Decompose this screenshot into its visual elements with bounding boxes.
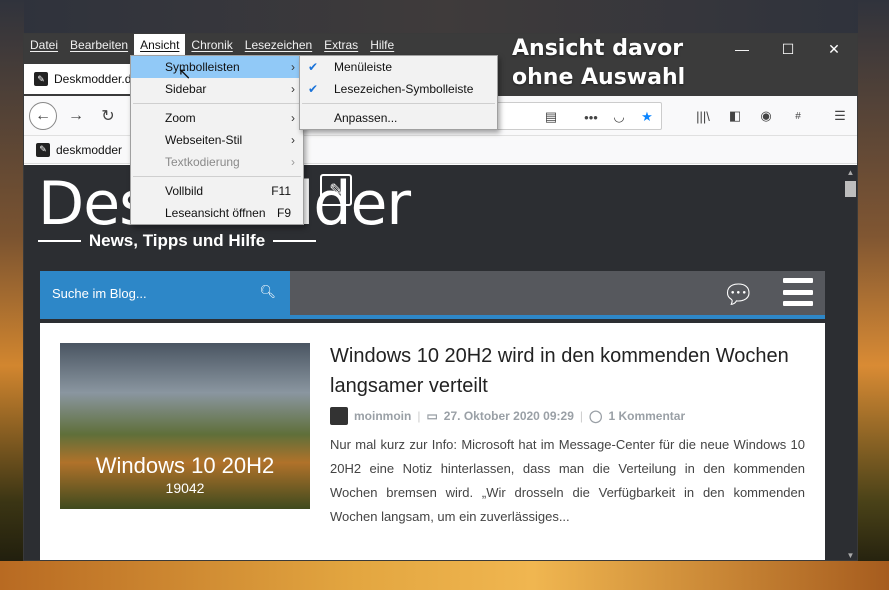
sidebar-toggle-icon[interactable]: ◧ — [724, 106, 746, 126]
post-title[interactable]: Windows 10 20H2 wird in den kommenden Wo… — [330, 341, 800, 401]
post-thumbnail[interactable]: Windows 10 20H2 19042 — [60, 343, 310, 509]
bookmark-star-icon[interactable]: ★ — [637, 107, 657, 127]
toolbars-submenu: ✔ Menüleiste ✔ Lesezeichen-Symbolleiste … — [299, 55, 498, 130]
post-meta: moinmoin | ▭ 27. Oktober 2020 09:29 | ◯ … — [330, 407, 685, 425]
chevron-right-icon: › — [291, 155, 295, 169]
comment-icon: ◯ — [589, 409, 603, 423]
chevron-right-icon: › — [291, 111, 295, 125]
menu-lesezeichen[interactable]: Lesezeichen — [239, 34, 318, 56]
reload-button[interactable]: ↻ — [94, 102, 122, 130]
tagline-line-left — [38, 240, 81, 242]
chat-icon[interactable]: 💬︎ — [722, 279, 755, 310]
desktop-background-right — [858, 0, 889, 590]
view-menu-item-webseiten-stil[interactable]: Webseiten-Stil › — [131, 129, 303, 151]
bookmark-deskmodder[interactable]: deskmodder — [56, 143, 122, 157]
account-icon[interactable]: ◉ — [755, 106, 777, 126]
post-date: 27. Oktober 2020 09:29 — [443, 409, 574, 423]
thumbnail-subtitle: 19042 — [165, 480, 205, 496]
close-button[interactable]: ✕ — [811, 34, 857, 64]
site-tagline: News, Tipps und Hilfe — [38, 231, 317, 251]
url-bar[interactable]: ▤ ••• ◡ ★ — [494, 102, 662, 130]
menu-ansicht[interactable]: Ansicht — [134, 34, 186, 56]
maximize-button[interactable]: ☐ — [765, 34, 811, 64]
pocket-icon[interactable]: ◡ — [609, 107, 629, 127]
desktop-background-top — [0, 0, 889, 33]
page-scrollbar[interactable]: ▲ ▼ — [842, 165, 857, 560]
view-menu-item-symbolleisten[interactable]: Symbolleisten › — [131, 56, 303, 78]
annotation-line2: ohne Auswahl — [512, 65, 686, 90]
menu-extras[interactable]: Extras — [318, 34, 364, 56]
toolbar-item-lesezeichen[interactable]: ✔ Lesezeichen-Symbolleiste — [300, 78, 497, 100]
desktop-background-left — [0, 0, 24, 590]
site-nav-strip: 💬︎ — [290, 271, 825, 315]
view-menu-item-zoom[interactable]: Zoom › — [131, 107, 303, 129]
bookmark-favicon-icon: ✎ — [36, 142, 50, 157]
chevron-right-icon: › — [291, 60, 295, 74]
brush-icon: ✎ — [320, 174, 352, 206]
tagline-line-right — [273, 240, 317, 242]
tab-title: Deskmodder.d — [54, 72, 132, 86]
site-menu-icon[interactable] — [783, 278, 813, 306]
shortcut-label: F9 — [276, 206, 291, 220]
page-actions-icon[interactable]: ••• — [581, 107, 601, 127]
library-icon[interactable]: |||\ — [692, 106, 714, 126]
nav-accent-line — [40, 315, 825, 319]
menu-separator — [133, 176, 301, 177]
desktop-background-bottom — [0, 561, 889, 590]
thumbnail-title: Windows 10 20H2 — [95, 453, 275, 478]
scroll-up-icon[interactable]: ▲ — [842, 165, 857, 179]
back-button[interactable]: ← — [29, 102, 57, 130]
view-menu-item-vollbild[interactable]: Vollbild F11 — [131, 180, 303, 202]
search-icon[interactable]: 🔍︎ — [259, 284, 276, 300]
menu-hilfe[interactable]: Hilfe — [364, 34, 400, 56]
deskmodder-favicon-icon: ✎ — [34, 72, 48, 86]
window-controls: — ☐ ✕ — [719, 34, 857, 64]
minimize-button[interactable]: — — [719, 34, 765, 64]
view-menu-item-leseansicht[interactable]: Leseansicht öffnen F9 — [131, 202, 303, 224]
menu-separator — [133, 103, 301, 104]
toolbar-item-anpassen[interactable]: Anpassen... — [300, 107, 497, 129]
shortcut-label: F11 — [271, 184, 291, 198]
post-author[interactable]: moinmoin — [354, 409, 411, 423]
scroll-thumb[interactable] — [845, 181, 856, 197]
menu-chronik[interactable]: Chronik — [185, 34, 238, 56]
calendar-icon: ▭ — [426, 409, 438, 423]
annotation-overlay: Ansicht davor ohne Auswahl — [512, 34, 685, 92]
mouse-cursor-icon: ↖ — [178, 66, 192, 83]
checkmark-icon: ✔ — [308, 60, 319, 74]
chevron-right-icon: › — [291, 82, 295, 96]
post-comments[interactable]: 1 Kommentar — [608, 409, 685, 423]
forward-button[interactable]: → — [62, 102, 90, 130]
meta-separator: | — [579, 409, 583, 423]
author-avatar — [330, 407, 348, 425]
toolbar-item-menueleiste[interactable]: ✔ Menüleiste — [300, 56, 497, 78]
view-menu-item-textkodierung: Textkodierung › — [131, 151, 303, 173]
annotation-line1: Ansicht davor — [512, 36, 684, 61]
post-excerpt: Nur mal kurz zur Info: Microsoft hat im … — [330, 437, 805, 524]
reader-view-icon[interactable]: ▤ — [541, 107, 561, 127]
menu-datei[interactable]: Datei — [24, 34, 64, 56]
menu-bearbeiten[interactable]: Bearbeiten — [64, 34, 134, 56]
scroll-down-icon[interactable]: ▼ — [842, 548, 857, 560]
blog-search-input[interactable]: Suche im Blog... 🔍︎ — [40, 271, 290, 315]
chevron-right-icon: › — [291, 133, 295, 147]
extension-icon[interactable]: # — [787, 106, 809, 126]
tab-deskmodder[interactable]: ✎ Deskmodder.d — [24, 64, 139, 94]
menu-separator — [302, 103, 495, 104]
hamburger-menu-icon[interactable]: ☰ — [829, 106, 851, 126]
tagline-text: News, Tipps und Hilfe — [88, 231, 266, 250]
meta-separator: | — [417, 409, 421, 423]
search-placeholder: Suche im Blog... — [52, 285, 147, 301]
checkmark-icon: ✔ — [308, 82, 319, 96]
post-card: Windows 10 20H2 19042 Windows 10 20H2 wi… — [40, 323, 825, 560]
view-menu-item-sidebar[interactable]: Sidebar › — [131, 78, 303, 100]
view-menu-dropdown: Symbolleisten › Sidebar › Zoom › Webseit… — [130, 55, 304, 225]
